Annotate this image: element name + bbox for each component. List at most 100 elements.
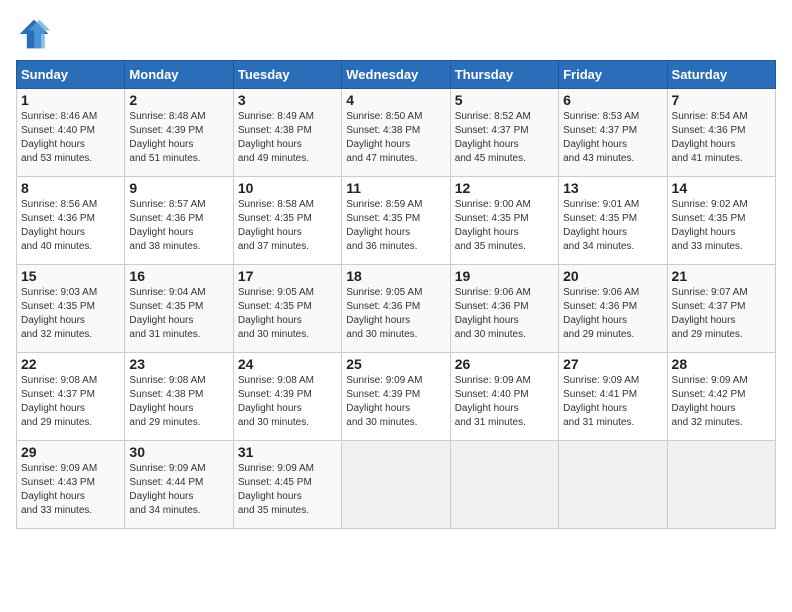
calendar-day-cell: 31 Sunrise: 9:09 AM Sunset: 4:45 PM Dayl… xyxy=(233,441,341,529)
calendar-day-cell xyxy=(342,441,450,529)
day-info: Sunrise: 9:09 AM Sunset: 4:41 PM Dayligh… xyxy=(563,374,662,430)
calendar-day-cell: 29 Sunrise: 9:09 AM Sunset: 4:43 PM Dayl… xyxy=(17,441,125,529)
weekday-header-cell: Tuesday xyxy=(233,61,341,89)
calendar-day-cell: 23 Sunrise: 9:08 AM Sunset: 4:38 PM Dayl… xyxy=(125,353,233,441)
calendar-week-row: 29 Sunrise: 9:09 AM Sunset: 4:43 PM Dayl… xyxy=(17,441,776,529)
day-info: Sunrise: 9:03 AM Sunset: 4:35 PM Dayligh… xyxy=(21,286,120,342)
day-number: 9 xyxy=(129,180,228,196)
calendar-day-cell: 14 Sunrise: 9:02 AM Sunset: 4:35 PM Dayl… xyxy=(667,177,775,265)
day-info: Sunrise: 9:08 AM Sunset: 4:39 PM Dayligh… xyxy=(238,374,337,430)
day-info: Sunrise: 9:05 AM Sunset: 4:36 PM Dayligh… xyxy=(346,286,445,342)
calendar-day-cell: 20 Sunrise: 9:06 AM Sunset: 4:36 PM Dayl… xyxy=(559,265,667,353)
day-number: 6 xyxy=(563,92,662,108)
calendar-day-cell: 13 Sunrise: 9:01 AM Sunset: 4:35 PM Dayl… xyxy=(559,177,667,265)
calendar-day-cell: 19 Sunrise: 9:06 AM Sunset: 4:36 PM Dayl… xyxy=(450,265,558,353)
day-number: 1 xyxy=(21,92,120,108)
day-info: Sunrise: 8:59 AM Sunset: 4:35 PM Dayligh… xyxy=(346,198,445,254)
calendar-day-cell: 8 Sunrise: 8:56 AM Sunset: 4:36 PM Dayli… xyxy=(17,177,125,265)
calendar-day-cell xyxy=(667,441,775,529)
calendar-day-cell: 24 Sunrise: 9:08 AM Sunset: 4:39 PM Dayl… xyxy=(233,353,341,441)
day-info: Sunrise: 9:07 AM Sunset: 4:37 PM Dayligh… xyxy=(672,286,771,342)
calendar-day-cell xyxy=(450,441,558,529)
day-number: 14 xyxy=(672,180,771,196)
calendar-day-cell: 21 Sunrise: 9:07 AM Sunset: 4:37 PM Dayl… xyxy=(667,265,775,353)
day-number: 26 xyxy=(455,356,554,372)
day-number: 25 xyxy=(346,356,445,372)
calendar-day-cell: 1 Sunrise: 8:46 AM Sunset: 4:40 PM Dayli… xyxy=(17,89,125,177)
day-info: Sunrise: 9:09 AM Sunset: 4:40 PM Dayligh… xyxy=(455,374,554,430)
day-info: Sunrise: 9:09 AM Sunset: 4:44 PM Dayligh… xyxy=(129,462,228,518)
day-number: 28 xyxy=(672,356,771,372)
day-number: 13 xyxy=(563,180,662,196)
calendar-week-row: 1 Sunrise: 8:46 AM Sunset: 4:40 PM Dayli… xyxy=(17,89,776,177)
calendar-day-cell: 10 Sunrise: 8:58 AM Sunset: 4:35 PM Dayl… xyxy=(233,177,341,265)
logo xyxy=(16,16,56,52)
day-info: Sunrise: 8:48 AM Sunset: 4:39 PM Dayligh… xyxy=(129,110,228,166)
day-number: 29 xyxy=(21,444,120,460)
day-number: 17 xyxy=(238,268,337,284)
calendar-day-cell xyxy=(559,441,667,529)
weekday-header-row: SundayMondayTuesdayWednesdayThursdayFrid… xyxy=(17,61,776,89)
day-number: 15 xyxy=(21,268,120,284)
day-info: Sunrise: 8:49 AM Sunset: 4:38 PM Dayligh… xyxy=(238,110,337,166)
weekday-header-cell: Wednesday xyxy=(342,61,450,89)
day-info: Sunrise: 8:58 AM Sunset: 4:35 PM Dayligh… xyxy=(238,198,337,254)
day-number: 19 xyxy=(455,268,554,284)
day-info: Sunrise: 8:56 AM Sunset: 4:36 PM Dayligh… xyxy=(21,198,120,254)
day-info: Sunrise: 8:46 AM Sunset: 4:40 PM Dayligh… xyxy=(21,110,120,166)
calendar-day-cell: 27 Sunrise: 9:09 AM Sunset: 4:41 PM Dayl… xyxy=(559,353,667,441)
calendar-day-cell: 5 Sunrise: 8:52 AM Sunset: 4:37 PM Dayli… xyxy=(450,89,558,177)
day-number: 5 xyxy=(455,92,554,108)
weekday-header-cell: Sunday xyxy=(17,61,125,89)
calendar-day-cell: 17 Sunrise: 9:05 AM Sunset: 4:35 PM Dayl… xyxy=(233,265,341,353)
day-info: Sunrise: 9:05 AM Sunset: 4:35 PM Dayligh… xyxy=(238,286,337,342)
calendar-day-cell: 28 Sunrise: 9:09 AM Sunset: 4:42 PM Dayl… xyxy=(667,353,775,441)
calendar-week-row: 22 Sunrise: 9:08 AM Sunset: 4:37 PM Dayl… xyxy=(17,353,776,441)
logo-icon xyxy=(16,16,52,52)
day-number: 21 xyxy=(672,268,771,284)
day-info: Sunrise: 8:53 AM Sunset: 4:37 PM Dayligh… xyxy=(563,110,662,166)
day-number: 10 xyxy=(238,180,337,196)
weekday-header-cell: Monday xyxy=(125,61,233,89)
day-number: 31 xyxy=(238,444,337,460)
day-info: Sunrise: 9:06 AM Sunset: 4:36 PM Dayligh… xyxy=(455,286,554,342)
calendar-day-cell: 6 Sunrise: 8:53 AM Sunset: 4:37 PM Dayli… xyxy=(559,89,667,177)
calendar-day-cell: 9 Sunrise: 8:57 AM Sunset: 4:36 PM Dayli… xyxy=(125,177,233,265)
day-number: 2 xyxy=(129,92,228,108)
day-info: Sunrise: 8:57 AM Sunset: 4:36 PM Dayligh… xyxy=(129,198,228,254)
day-info: Sunrise: 9:09 AM Sunset: 4:42 PM Dayligh… xyxy=(672,374,771,430)
day-info: Sunrise: 8:54 AM Sunset: 4:36 PM Dayligh… xyxy=(672,110,771,166)
day-number: 12 xyxy=(455,180,554,196)
calendar-day-cell: 26 Sunrise: 9:09 AM Sunset: 4:40 PM Dayl… xyxy=(450,353,558,441)
calendar-week-row: 15 Sunrise: 9:03 AM Sunset: 4:35 PM Dayl… xyxy=(17,265,776,353)
day-number: 8 xyxy=(21,180,120,196)
day-number: 23 xyxy=(129,356,228,372)
calendar-day-cell: 2 Sunrise: 8:48 AM Sunset: 4:39 PM Dayli… xyxy=(125,89,233,177)
day-number: 16 xyxy=(129,268,228,284)
calendar-day-cell: 18 Sunrise: 9:05 AM Sunset: 4:36 PM Dayl… xyxy=(342,265,450,353)
weekday-header-cell: Thursday xyxy=(450,61,558,89)
day-number: 3 xyxy=(238,92,337,108)
day-number: 11 xyxy=(346,180,445,196)
day-number: 22 xyxy=(21,356,120,372)
day-info: Sunrise: 9:02 AM Sunset: 4:35 PM Dayligh… xyxy=(672,198,771,254)
day-info: Sunrise: 8:50 AM Sunset: 4:38 PM Dayligh… xyxy=(346,110,445,166)
day-info: Sunrise: 9:08 AM Sunset: 4:38 PM Dayligh… xyxy=(129,374,228,430)
calendar-day-cell: 25 Sunrise: 9:09 AM Sunset: 4:39 PM Dayl… xyxy=(342,353,450,441)
calendar-day-cell: 30 Sunrise: 9:09 AM Sunset: 4:44 PM Dayl… xyxy=(125,441,233,529)
calendar-day-cell: 15 Sunrise: 9:03 AM Sunset: 4:35 PM Dayl… xyxy=(17,265,125,353)
calendar-day-cell: 11 Sunrise: 8:59 AM Sunset: 4:35 PM Dayl… xyxy=(342,177,450,265)
calendar-body: 1 Sunrise: 8:46 AM Sunset: 4:40 PM Dayli… xyxy=(17,89,776,529)
day-info: Sunrise: 9:06 AM Sunset: 4:36 PM Dayligh… xyxy=(563,286,662,342)
weekday-header-cell: Friday xyxy=(559,61,667,89)
day-info: Sunrise: 8:52 AM Sunset: 4:37 PM Dayligh… xyxy=(455,110,554,166)
day-number: 30 xyxy=(129,444,228,460)
day-number: 4 xyxy=(346,92,445,108)
calendar-day-cell: 12 Sunrise: 9:00 AM Sunset: 4:35 PM Dayl… xyxy=(450,177,558,265)
calendar-day-cell: 7 Sunrise: 8:54 AM Sunset: 4:36 PM Dayli… xyxy=(667,89,775,177)
day-number: 20 xyxy=(563,268,662,284)
calendar-day-cell: 16 Sunrise: 9:04 AM Sunset: 4:35 PM Dayl… xyxy=(125,265,233,353)
day-info: Sunrise: 9:00 AM Sunset: 4:35 PM Dayligh… xyxy=(455,198,554,254)
calendar-day-cell: 22 Sunrise: 9:08 AM Sunset: 4:37 PM Dayl… xyxy=(17,353,125,441)
day-info: Sunrise: 9:09 AM Sunset: 4:45 PM Dayligh… xyxy=(238,462,337,518)
